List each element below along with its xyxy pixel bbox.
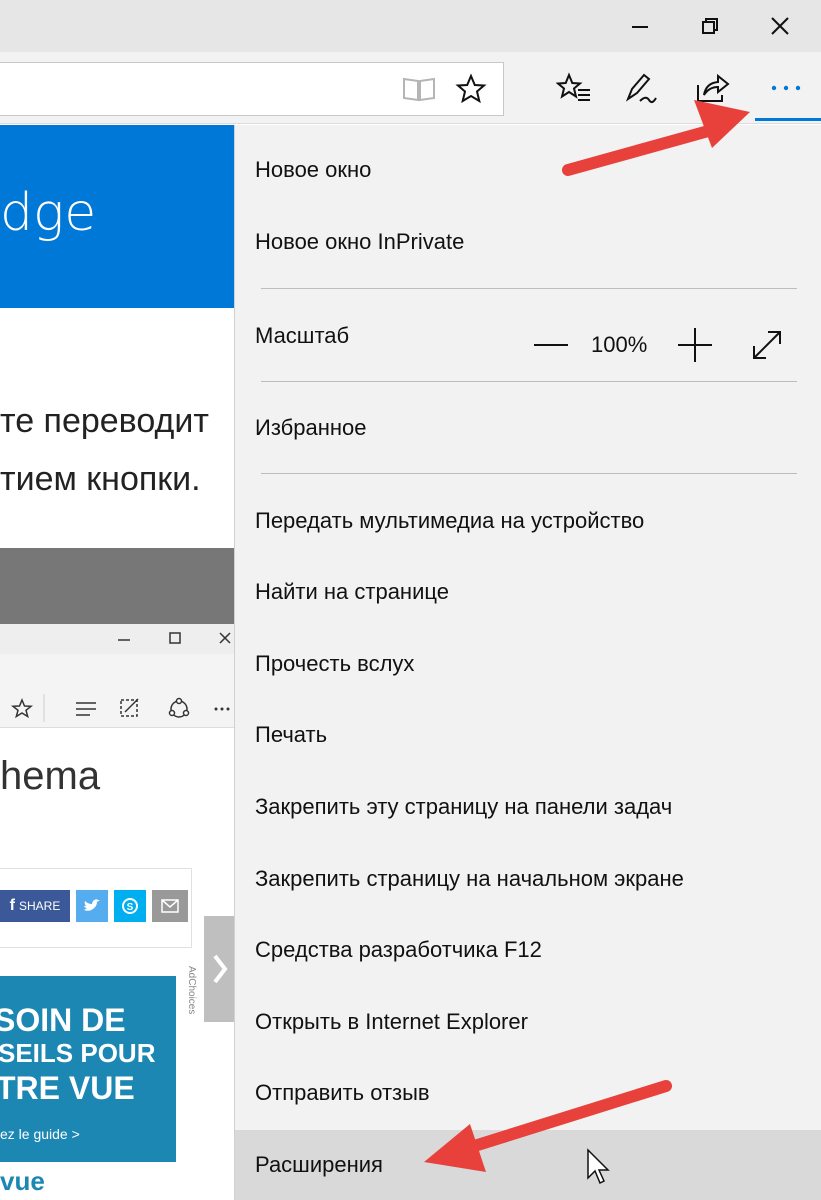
restore-icon xyxy=(702,18,718,34)
email-icon xyxy=(161,899,179,913)
facebook-share-button[interactable]: f SHARE xyxy=(0,890,70,922)
minus-icon xyxy=(534,344,568,346)
zoom-value: 100% xyxy=(591,332,648,357)
embedded-toolbar-icons xyxy=(10,694,230,722)
share-button[interactable] xyxy=(690,66,734,110)
page-text-line: те переводит xyxy=(0,402,209,440)
more-actions-button[interactable] xyxy=(764,66,808,110)
menu-item-extensions[interactable]: Расширения xyxy=(235,1130,821,1200)
web-note-icon xyxy=(625,73,657,104)
menu-separator xyxy=(261,473,797,474)
share-icon xyxy=(697,73,730,102)
menu-item-read-aloud[interactable]: Прочесть вслух xyxy=(235,629,821,699)
close-button[interactable] xyxy=(760,10,800,42)
browser-toolbar xyxy=(0,52,821,124)
ad-text-line: SEILS POUR xyxy=(0,1038,156,1068)
embedded-title-bar xyxy=(0,624,234,654)
adchoices-label[interactable]: AdChoices xyxy=(186,966,197,1014)
embedded-page-heading: hema xyxy=(0,754,101,798)
zoom-in-button[interactable] xyxy=(675,323,715,367)
fullscreen-button[interactable] xyxy=(747,323,787,367)
menu-item-open-ie[interactable]: Открыть в Internet Explorer xyxy=(235,987,821,1057)
zoom-label: Масштаб xyxy=(255,323,350,348)
hero-title: dge xyxy=(0,183,97,243)
ad-text-line: TRE VUE xyxy=(0,1070,135,1106)
zoom-out-button[interactable] xyxy=(531,323,571,367)
menu-item-cast-media[interactable]: Передать мультимедиа на устройство xyxy=(235,486,821,556)
menu-separator xyxy=(261,381,797,382)
address-bar[interactable] xyxy=(0,62,504,116)
minimize-button[interactable] xyxy=(620,10,660,42)
menu-item-pin-taskbar[interactable]: Закрепить эту страницу на панели задач xyxy=(235,772,821,842)
page-text-line: тием кнопки. xyxy=(0,460,201,498)
twitter-share-button[interactable] xyxy=(76,890,108,922)
favorites-hub-icon xyxy=(556,72,590,101)
web-note-button[interactable] xyxy=(618,66,662,110)
menu-item-pin-start[interactable]: Закрепить страницу на начальном экране xyxy=(235,844,821,914)
reading-view-icon xyxy=(403,77,435,102)
side-collapse-tab[interactable] xyxy=(204,916,236,1022)
restore-button[interactable] xyxy=(690,10,730,42)
minimize-icon xyxy=(632,26,648,28)
embedded-window-controls-icon xyxy=(118,632,231,644)
active-button-indicator xyxy=(755,118,821,121)
page-hero-banner: dge xyxy=(0,125,234,308)
favorite-star-button[interactable] xyxy=(449,67,493,111)
menu-item-new-inprivate[interactable]: Новое окно InPrivate xyxy=(235,207,821,277)
menu-item-developer-tools[interactable]: Средства разработчика F12 xyxy=(235,915,821,985)
ad-text-line: SOIN DE xyxy=(0,1002,126,1038)
svg-text:S: S xyxy=(127,902,134,913)
facebook-icon: f xyxy=(9,897,15,914)
ad-guide-link[interactable]: ez le guide > xyxy=(0,1126,80,1142)
email-share-button[interactable] xyxy=(152,890,188,922)
ad-brand-logo: vue xyxy=(0,1166,45,1196)
plus-icon xyxy=(678,328,712,362)
menu-item-new-window[interactable]: Новое окно xyxy=(235,135,821,205)
skype-share-button[interactable]: S xyxy=(114,890,146,922)
fullscreen-icon xyxy=(753,331,781,359)
embedded-toolbar xyxy=(0,654,234,728)
close-icon xyxy=(771,17,789,35)
reading-view-button[interactable] xyxy=(397,67,441,111)
advertisement-banner[interactable]: SOIN DE SEILS POUR TRE VUE ez le guide > xyxy=(0,976,176,1162)
menu-item-favorites[interactable]: Избранное xyxy=(235,393,821,463)
twitter-icon xyxy=(84,899,100,911)
page-divider-band xyxy=(0,548,234,624)
skype-icon: S xyxy=(122,898,138,914)
favorites-hub-button[interactable] xyxy=(552,66,596,110)
more-actions-icon xyxy=(771,85,801,91)
share-label: SHARE xyxy=(18,899,61,913)
menu-item-print[interactable]: Печать xyxy=(235,700,821,770)
more-actions-menu: Новое окно Новое окно InPrivate Масштаб … xyxy=(234,125,821,1200)
chevron-right-icon xyxy=(213,954,228,984)
menu-item-zoom: Масштаб xyxy=(235,301,821,371)
menu-item-find-on-page[interactable]: Найти на странице xyxy=(235,557,821,627)
menu-separator xyxy=(261,288,797,289)
favorite-star-icon xyxy=(455,73,487,104)
menu-item-send-feedback[interactable]: Отправить отзыв xyxy=(235,1058,821,1128)
title-bar xyxy=(0,0,821,52)
